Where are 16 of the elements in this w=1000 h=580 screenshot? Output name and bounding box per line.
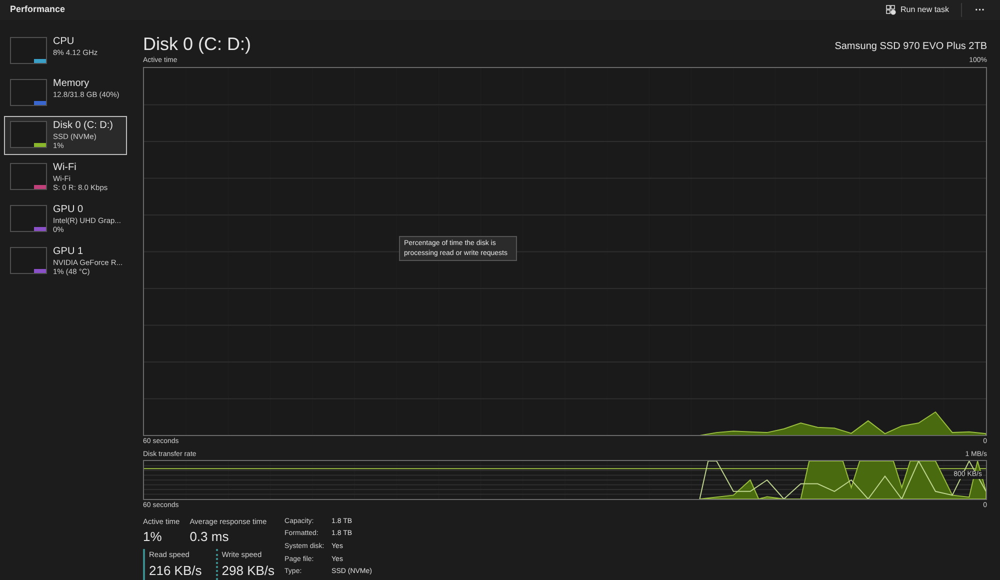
device-name: GPU 1 — [53, 246, 84, 258]
window-title: Performance — [10, 3, 66, 16]
stat-value: 298 KB/s — [222, 562, 275, 580]
run-new-task-button[interactable]: Run new task — [882, 2, 953, 18]
more-button[interactable]: ··· — [970, 2, 990, 18]
stat-value: 1% — [143, 528, 163, 546]
stat-value: 216 KB/s — [149, 562, 202, 580]
device-name: Disk 0 (C: D:) — [53, 120, 113, 132]
new-task-icon — [886, 5, 896, 15]
disk-model: Samsung SSD 970 EVO Plus 2TB — [834, 40, 987, 54]
device-name: CPU — [53, 36, 76, 48]
device-name: Memory — [53, 78, 90, 90]
device-name: GPU 0 — [53, 204, 84, 216]
device-name: Wi-Fi — [53, 162, 78, 174]
stat-value: 0.3 ms — [190, 528, 230, 546]
disk-title: Disk 0 (C: D:) — [143, 34, 251, 54]
